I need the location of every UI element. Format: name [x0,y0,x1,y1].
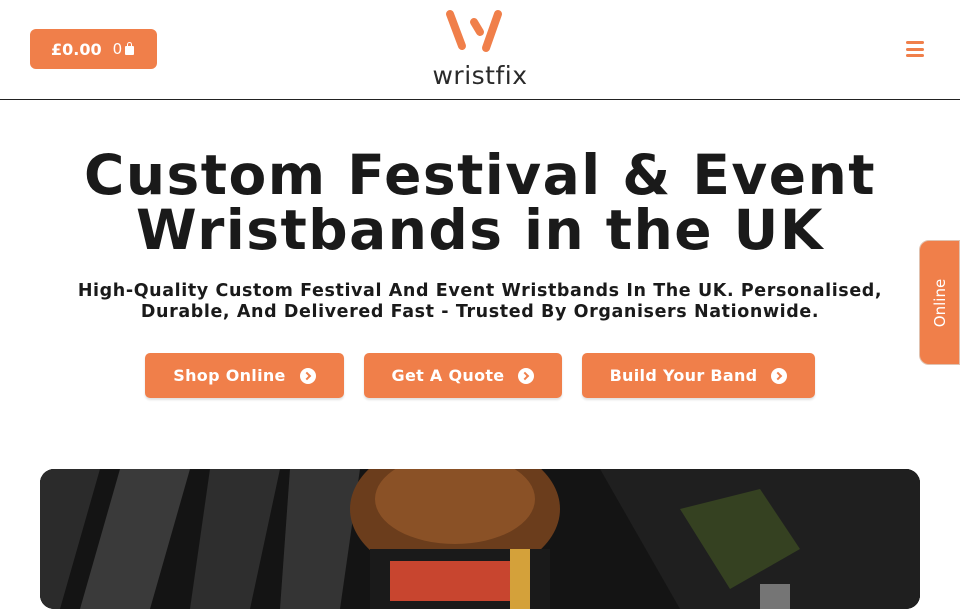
hero-subtitle: High-Quality Custom Festival And Event W… [70,281,890,323]
online-chat-tab[interactable]: Online [919,240,960,365]
title-line-2: Wristbands in the UK [136,198,824,262]
circle-arrow-right-icon [771,367,788,384]
site-header: £0.00 0 wristfix [0,0,960,100]
get-quote-button[interactable]: Get A Quote [364,353,562,398]
cart-total: £0.00 [51,39,102,59]
subtitle-line-1: High-Quality Custom Festival And Event W… [77,281,883,301]
online-tab-label: Online [930,278,949,327]
shop-online-button[interactable]: Shop Online [145,353,344,398]
cart-count: 0 [112,40,123,58]
wristfix-logo-icon [446,10,502,52]
cart-button[interactable]: £0.00 0 [30,29,157,69]
festival-photo [40,469,920,609]
shop-online-label: Shop Online [173,366,286,385]
subtitle-line-2: Durable, And Delivered Fast - Trusted By… [140,302,820,322]
build-your-band-button[interactable]: Build Your Band [582,353,815,398]
hamburger-menu-icon[interactable] [906,41,924,57]
circle-arrow-right-icon [518,367,535,384]
get-quote-label: Get A Quote [391,366,505,385]
logo-text: wristfix [432,61,528,90]
site-logo[interactable]: wristfix [428,8,532,92]
shopping-bag-icon [125,41,135,55]
hero-image [40,469,920,609]
build-your-band-label: Build Your Band [609,366,758,385]
circle-arrow-right-icon [299,367,316,384]
page-title: Custom Festival & Event Wristbands in th… [0,148,960,258]
